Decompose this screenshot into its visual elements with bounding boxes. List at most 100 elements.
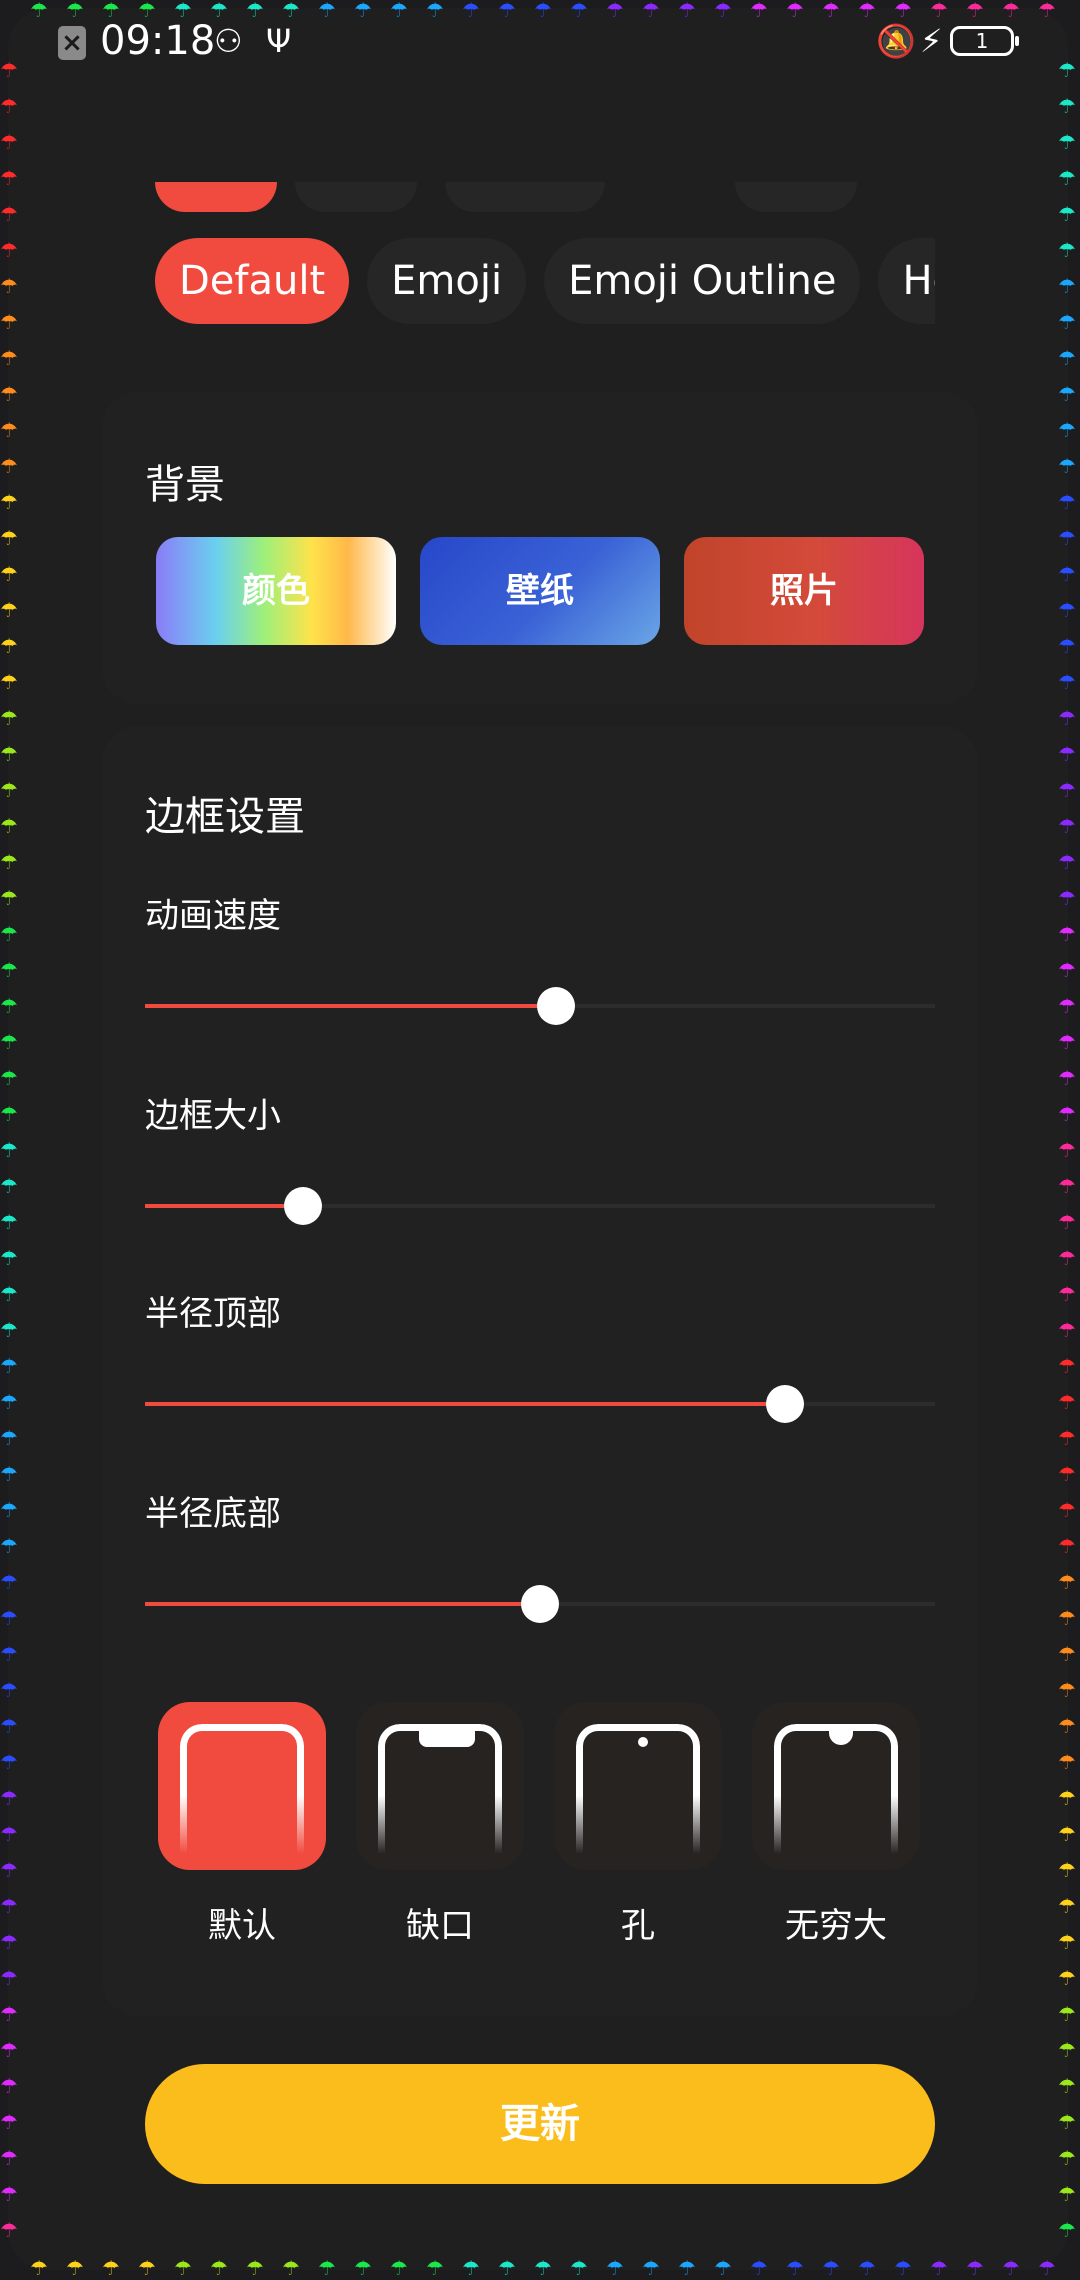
umbrella-dot-icon: ☂ [0,310,18,334]
umbrella-dot-icon: ☂ [0,1138,18,1162]
umbrella-dot-icon: ☂ [1058,1930,1076,1954]
shape-hole-button[interactable] [554,1702,722,1870]
umbrella-dot-icon: ☂ [0,1930,18,1954]
umbrella-dot-icon: ☂ [1058,1642,1076,1666]
umbrella-dot-icon: ☂ [1058,1534,1076,1558]
umbrella-dot-icon: ☂ [0,598,18,622]
umbrella-dot-icon: ☂ [606,2256,624,2280]
umbrella-dot-icon: ☂ [1058,1030,1076,1054]
umbrella-dot-icon: ☂ [750,2256,768,2280]
umbrella-dot-icon: ☂ [0,1606,18,1630]
umbrella-dot-icon: ☂ [1058,2146,1076,2170]
umbrella-dot-icon: ☂ [1058,1498,1076,1522]
umbrella-dot-icon: ☂ [0,1534,18,1558]
umbrella-dot-icon: ☂ [0,346,18,370]
usb-debug-icon: ⚇ [214,22,243,60]
chip-emoji[interactable]: Emoji [367,238,527,324]
theme-preview[interactable] [735,182,857,212]
umbrella-dot-icon: ☂ [0,1786,18,1810]
umbrella-dot-icon: ☂ [0,922,18,946]
update-button[interactable]: 更新 [145,2064,935,2184]
umbrella-dot-icon: ☂ [1058,958,1076,982]
umbrella-dot-icon: ☂ [0,202,18,226]
umbrella-dot-icon: ☂ [1058,454,1076,478]
umbrella-dot-icon: ☂ [1058,1102,1076,1126]
theme-preview[interactable] [445,182,605,212]
umbrella-dot-icon: ☂ [0,2002,18,2026]
umbrella-dot-icon: ☂ [1058,670,1076,694]
status-time: 09:18 [100,18,216,64]
umbrella-dot-icon: ☂ [1058,706,1076,730]
umbrella-dot-icon: ☂ [0,634,18,658]
umbrella-dot-icon: ☂ [30,2256,48,2280]
slider-thumb[interactable] [536,987,575,1025]
umbrella-dot-icon: ☂ [138,2256,156,2280]
umbrella-dot-icon: ☂ [858,2256,876,2280]
umbrella-dot-icon: ☂ [0,1570,18,1594]
umbrella-dot-icon: ☂ [1058,382,1076,406]
phone-waterdrop-icon [774,1724,898,1854]
theme-chips: DefaultEmojiEmoji OutlineHo [155,238,935,328]
umbrella-dot-icon: ☂ [1058,1462,1076,1486]
umbrella-dot-icon: ☂ [0,1678,18,1702]
slider-thumb[interactable] [765,1385,804,1423]
radius-bottom-slider[interactable] [145,1585,935,1623]
slider-thumb[interactable] [521,1585,559,1623]
umbrella-dot-icon: ☂ [498,2256,516,2280]
color-background-button[interactable]: 颜色 [156,537,396,645]
slider-thumb[interactable] [284,1187,322,1225]
umbrella-dot-icon: ☂ [282,2256,300,2280]
umbrella-dot-icon: ☂ [1058,2074,1076,2098]
umbrella-dot-icon: ☂ [0,886,18,910]
umbrella-dot-icon: ☂ [1058,1570,1076,1594]
shape-infinity-button[interactable] [752,1702,920,1870]
umbrella-dot-icon: ☂ [1058,310,1076,334]
wallpaper-background-button[interactable]: 壁纸 [420,537,660,645]
umbrella-dot-icon: ☂ [1058,994,1076,1018]
umbrella-dot-icon: ☂ [1058,1858,1076,1882]
theme-preview[interactable] [295,182,417,212]
umbrella-dot-icon: ☂ [966,2256,984,2280]
umbrella-dot-icon: ☂ [1058,1318,1076,1342]
shape-default-button[interactable] [158,1702,326,1870]
umbrella-dot-icon: ☂ [1058,1282,1076,1306]
umbrella-dot-icon: ☂ [0,2074,18,2098]
umbrella-dot-icon: ☂ [1058,202,1076,226]
umbrella-dot-icon: ☂ [0,238,18,262]
umbrella-dot-icon: ☂ [1058,562,1076,586]
umbrella-dot-icon: ☂ [0,1714,18,1738]
umbrella-dot-icon: ☂ [1058,1678,1076,1702]
umbrella-dot-icon: ☂ [1058,922,1076,946]
chip-emoji-outline[interactable]: Emoji Outline [544,238,861,324]
theme-preview-default[interactable] [155,182,277,212]
umbrella-dot-icon: ☂ [0,130,18,154]
animation-speed-slider[interactable] [145,987,935,1025]
phone-outline-icon [180,1724,304,1854]
umbrella-dot-icon: ☂ [1058,742,1076,766]
umbrella-dot-icon: ☂ [210,2256,228,2280]
border-settings-title: 边框设置 [145,794,305,840]
umbrella-dot-icon: ☂ [0,850,18,874]
umbrella-dot-icon: ☂ [1058,814,1076,838]
chip-default[interactable]: Default [155,238,350,324]
umbrella-dot-icon: ☂ [1058,1246,1076,1270]
umbrella-dot-icon: ☂ [0,454,18,478]
umbrella-dot-icon: ☂ [1058,2038,1076,2062]
umbrella-dot-icon: ☂ [1002,2256,1020,2280]
radius-top-slider[interactable] [145,1385,935,1423]
umbrella-dot-icon: ☂ [0,1066,18,1090]
umbrella-dot-icon: ☂ [1058,778,1076,802]
umbrella-dot-icon: ☂ [0,526,18,550]
umbrella-dot-icon: ☂ [0,706,18,730]
shape-notch-button[interactable] [356,1702,524,1870]
border-size-slider[interactable] [145,1187,935,1225]
umbrella-dot-icon: ☂ [0,1318,18,1342]
umbrella-dot-icon: ☂ [678,2256,696,2280]
umbrella-dot-icon: ☂ [1058,238,1076,262]
umbrella-dot-icon: ☂ [0,994,18,1018]
chip-ho[interactable]: Ho [878,238,935,324]
photo-background-button[interactable]: 照片 [684,537,924,645]
umbrella-dot-icon: ☂ [786,2256,804,2280]
umbrella-dot-icon: ☂ [0,562,18,586]
animation-speed-label: 动画速度 [145,896,281,936]
